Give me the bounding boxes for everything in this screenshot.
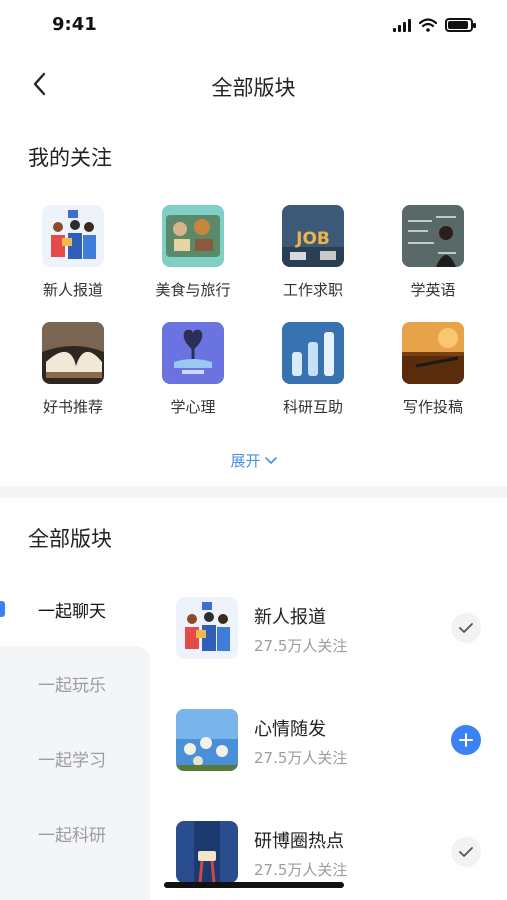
board-item-english[interactable]: 学英语 [373,205,493,300]
board-item-research[interactable]: 科研互助 [253,322,373,417]
section-divider [0,486,507,498]
book-thumb [42,322,104,384]
board-item-job[interactable]: JOB 工作求职 [253,205,373,300]
follower-count: 27.5万人关注 [254,861,348,879]
my-follow-title: 我的关注 [28,146,112,170]
category-label: 一起聊天 [38,601,106,622]
food-travel-thumb [162,205,224,267]
follower-count: 27.5万人关注 [254,749,348,767]
board-item-writing[interactable]: 写作投稿 [373,322,493,417]
board-label: 科研互助 [282,398,343,416]
board-label: 好书推荐 [42,398,103,416]
status-bar: 9:41 [0,0,507,52]
psychology-thumb [162,322,224,384]
wifi-icon [419,18,437,32]
writing-thumb [402,322,464,384]
category-sidebar: 一起聊天 一起玩乐 一起学习 一起科研 [0,582,150,900]
board-item-newcomer[interactable]: 新人报道 [13,205,133,300]
follow-button[interactable] [451,725,481,755]
newcomer-thumb [176,597,238,659]
board-title: 新人报道 [254,607,326,628]
active-indicator [0,601,5,617]
chevron-down-icon [264,456,277,464]
list-item[interactable]: 新人报道 27.5万人关注 [176,597,496,709]
newcomer-thumb [42,205,104,267]
category-label: 一起科研 [38,826,106,846]
board-label: 美食与旅行 [155,281,231,299]
board-item-book[interactable]: 好书推荐 [13,322,133,417]
status-icons [393,18,476,32]
follower-count: 27.5万人关注 [254,637,348,655]
english-thumb [402,205,464,267]
board-label: 新人报道 [42,281,103,299]
my-follow-grid: 新人报道 美食与旅行 JOB 工作求职 学英语 好书推荐 学心理 科研互助 写作… [13,205,493,417]
followed-button[interactable] [451,613,481,643]
category-research[interactable]: 一起科研 [0,796,150,871]
plus-icon [459,733,473,747]
signal-icon [393,18,411,32]
board-item-psychology[interactable]: 学心理 [133,322,253,417]
home-indicator [164,882,344,888]
board-item-food-travel[interactable]: 美食与旅行 [133,205,253,300]
nav-bar: 全部版块 [0,60,507,108]
battery-icon [445,18,476,32]
list-item[interactable]: 研博圈热点 27.5万人关注 [176,821,496,900]
research-thumb [282,322,344,384]
board-label: 学心理 [170,398,216,416]
board-title: 心情随发 [254,719,326,740]
category-chat[interactable]: 一起聊天 [0,582,150,636]
mood-thumb [176,709,238,771]
followed-button[interactable] [451,837,481,867]
all-boards-title: 全部版块 [28,527,112,551]
board-label: 学英语 [410,281,456,299]
board-label: 写作投稿 [402,398,463,416]
status-time: 9:41 [52,14,97,35]
hot-topic-thumb [176,821,238,883]
category-study[interactable]: 一起学习 [0,721,150,796]
category-play[interactable]: 一起玩乐 [0,646,150,721]
category-label: 一起玩乐 [38,676,106,696]
expand-button[interactable]: 展开 [0,450,507,471]
job-thumb: JOB [282,205,344,267]
board-list: 新人报道 27.5万人关注 心情随发 27.5万人关注 研博圈热点 27.5万人… [176,597,496,900]
board-title: 研博圈热点 [254,831,344,852]
expand-label: 展开 [230,452,261,470]
category-label: 一起学习 [38,751,106,771]
check-icon [459,623,473,633]
svg-text:JOB: JOB [295,229,330,249]
page-title: 全部版块 [211,76,296,100]
board-label: 工作求职 [282,281,343,299]
check-icon [459,847,473,857]
list-item[interactable]: 心情随发 27.5万人关注 [176,709,496,821]
